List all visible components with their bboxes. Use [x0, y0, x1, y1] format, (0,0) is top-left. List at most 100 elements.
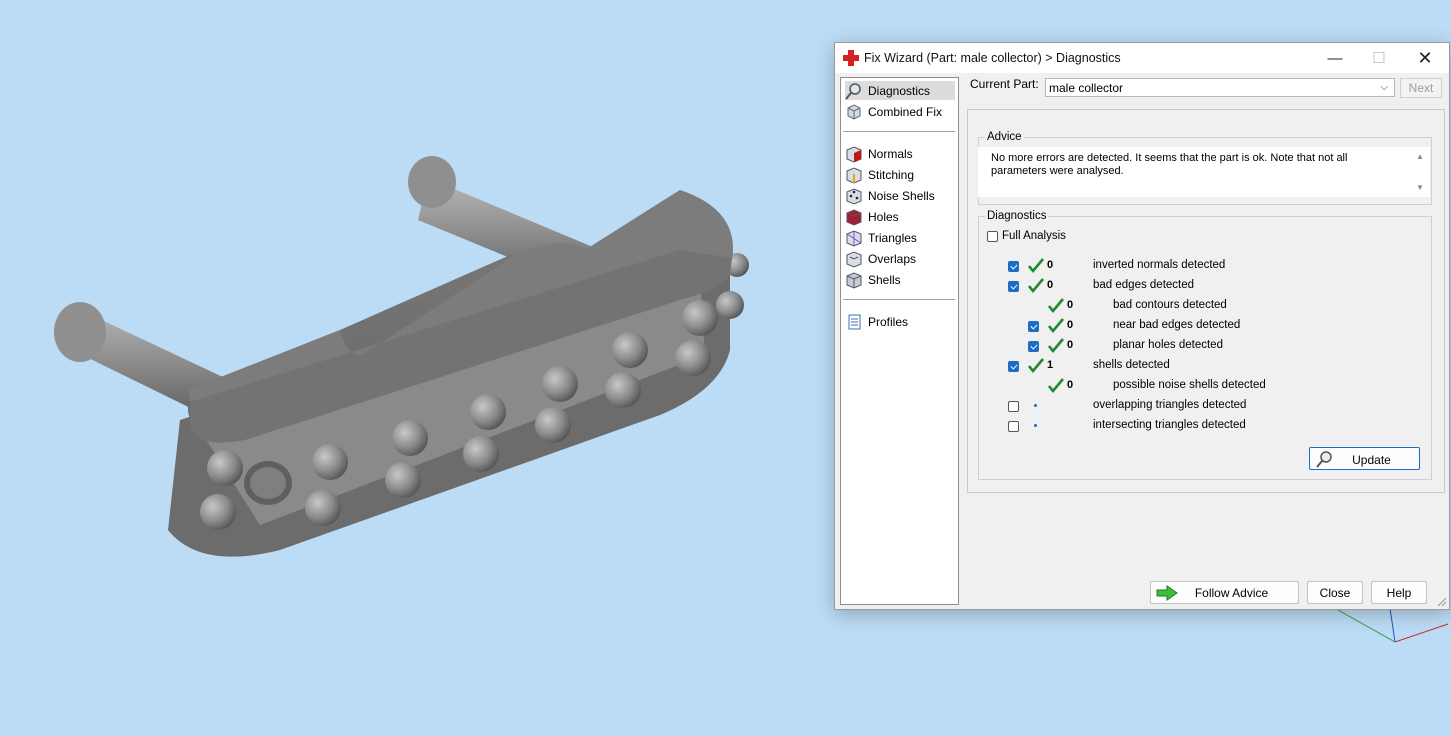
row-count: 0 [1047, 279, 1054, 291]
diag-row-intersecting-triangles: intersecting triangles detected [1008, 417, 1288, 435]
nav-label: Overlaps [868, 251, 917, 266]
chevron-down-icon: ⌵ [1380, 82, 1388, 93]
nav-item-overlaps[interactable]: Overlaps [845, 249, 955, 268]
diag-row-bad-edges: 0 bad edges detected [1008, 277, 1288, 295]
green-check-icon [1048, 318, 1064, 334]
nav-item-stitching[interactable]: Stitching [845, 165, 955, 184]
row-count: 0 [1067, 379, 1074, 391]
cube-triangle-icon [846, 229, 862, 247]
full-analysis-checkbox[interactable]: Full Analysis [987, 230, 1066, 242]
follow-advice-button[interactable]: Follow Advice [1150, 581, 1299, 604]
green-check-icon [1028, 278, 1044, 294]
row-label: near bad edges detected [1113, 319, 1241, 331]
nav-item-holes[interactable]: Holes [845, 207, 955, 226]
nav-item-profiles[interactable]: Profiles [845, 312, 955, 331]
current-part-value: male collector [1049, 80, 1124, 95]
row-label: possible noise shells detected [1113, 379, 1266, 391]
row-checkbox[interactable] [1008, 421, 1019, 432]
row-label: inverted normals detected [1093, 259, 1226, 271]
pending-dot-icon [1034, 424, 1037, 427]
nav-label: Holes [868, 209, 899, 224]
advice-textbox[interactable]: No more errors are detected. It seems th… [978, 147, 1430, 197]
row-label: planar holes detected [1113, 339, 1223, 351]
cube-shell-icon [846, 271, 862, 289]
diagnostics-title: Diagnostics [985, 210, 1049, 222]
document-icon [848, 314, 861, 329]
magnifier-icon [845, 82, 861, 100]
title-bar[interactable]: Fix Wizard (Part: male collector) > Diag… [835, 43, 1449, 73]
row-checkbox[interactable] [1028, 341, 1039, 352]
scroll-down-arrow-icon[interactable]: ▼ [1414, 183, 1426, 193]
nav-label: Normals [868, 146, 913, 161]
diag-row-inverted-normals: 0 inverted normals detected [1008, 257, 1288, 275]
nav-item-shells[interactable]: Shells [845, 270, 955, 289]
row-count: 0 [1047, 259, 1054, 271]
row-count: 0 [1067, 339, 1074, 351]
green-check-icon [1028, 258, 1044, 274]
full-analysis-label: Full Analysis [1002, 230, 1066, 242]
red-cross-icon [843, 50, 859, 66]
next-button[interactable]: Next [1400, 78, 1442, 98]
cube-red-face-icon [846, 145, 862, 163]
nav-separator [843, 299, 955, 300]
nav-label: Triangles [868, 230, 917, 245]
cube-dots-icon [846, 187, 862, 205]
row-label: intersecting triangles detected [1093, 419, 1246, 431]
full-analysis-box[interactable] [987, 230, 998, 242]
cube-overlap-icon [846, 250, 862, 268]
row-checkbox[interactable] [1028, 321, 1039, 332]
diag-row-noise-shells: 0 possible noise shells detected [1028, 377, 1308, 395]
maximize-button[interactable]: ☐ [1357, 43, 1401, 73]
nav-item-diagnostics[interactable]: Diagnostics [845, 81, 955, 100]
nav-label: Combined Fix [868, 104, 943, 119]
row-count: 0 [1067, 299, 1074, 311]
minimize-button[interactable]: — [1313, 43, 1357, 73]
fix-wizard-dialog: Fix Wizard (Part: male collector) > Diag… [834, 42, 1450, 610]
diag-row-overlapping-triangles: overlapping triangles detected [1008, 397, 1288, 415]
nav-label: Shells [868, 272, 901, 287]
resize-grip-icon[interactable] [1437, 597, 1447, 607]
row-label: bad edges detected [1093, 279, 1195, 291]
nav-label: Profiles [868, 314, 909, 329]
nav-label: Stitching [868, 167, 915, 182]
nav-item-normals[interactable]: Normals [845, 144, 955, 163]
green-check-icon [1048, 298, 1064, 314]
row-label: shells detected [1093, 359, 1170, 371]
cube-stack-icon [847, 103, 861, 120]
pending-dot-icon [1034, 404, 1037, 407]
3d-part-model[interactable] [40, 140, 760, 580]
current-part-label: Current Part: [970, 77, 1039, 91]
close-window-button[interactable]: ✕ [1403, 43, 1447, 73]
cube-yellow-edge-icon [846, 166, 862, 184]
update-label: Update [1352, 453, 1391, 467]
green-check-icon [1028, 358, 1044, 374]
update-button[interactable]: Update [1309, 447, 1420, 470]
green-check-icon [1048, 378, 1064, 394]
nav-item-triangles[interactable]: Triangles [845, 228, 955, 247]
row-checkbox[interactable] [1008, 281, 1019, 292]
row-checkbox[interactable] [1008, 261, 1019, 272]
nav-separator [843, 131, 955, 132]
close-button[interactable]: Close [1307, 581, 1363, 604]
diag-row-bad-contours: 0 bad contours detected [1028, 297, 1308, 315]
advice-text: No more errors are detected. It seems th… [991, 152, 1348, 177]
nav-item-combined-fix[interactable]: Combined Fix [845, 102, 955, 121]
nav-label: Diagnostics [868, 83, 931, 98]
row-checkbox[interactable] [1008, 401, 1019, 412]
green-check-icon [1048, 338, 1064, 354]
nav-item-noise-shells[interactable]: Noise Shells [845, 186, 955, 205]
diag-row-planar-holes: 0 planar holes detected [1028, 337, 1308, 355]
diag-row-near-bad-edges: 0 near bad edges detected [1028, 317, 1308, 335]
window-title: Fix Wizard (Part: male collector) > Diag… [864, 51, 1121, 65]
advice-title: Advice [985, 131, 1024, 143]
row-checkbox[interactable] [1008, 361, 1019, 372]
help-button[interactable]: Help [1371, 581, 1427, 604]
cube-red-hole-icon [846, 208, 862, 226]
current-part-select[interactable]: male collector ⌵ [1045, 78, 1395, 97]
row-count: 0 [1067, 319, 1074, 331]
green-arrow-icon [1156, 585, 1178, 601]
row-label: overlapping triangles detected [1093, 399, 1247, 411]
wizard-nav-list: Diagnostics Combined Fix Normals Stitchi… [840, 77, 959, 605]
scroll-up-arrow-icon[interactable]: ▲ [1414, 152, 1426, 162]
nav-label: Noise Shells [868, 188, 935, 203]
